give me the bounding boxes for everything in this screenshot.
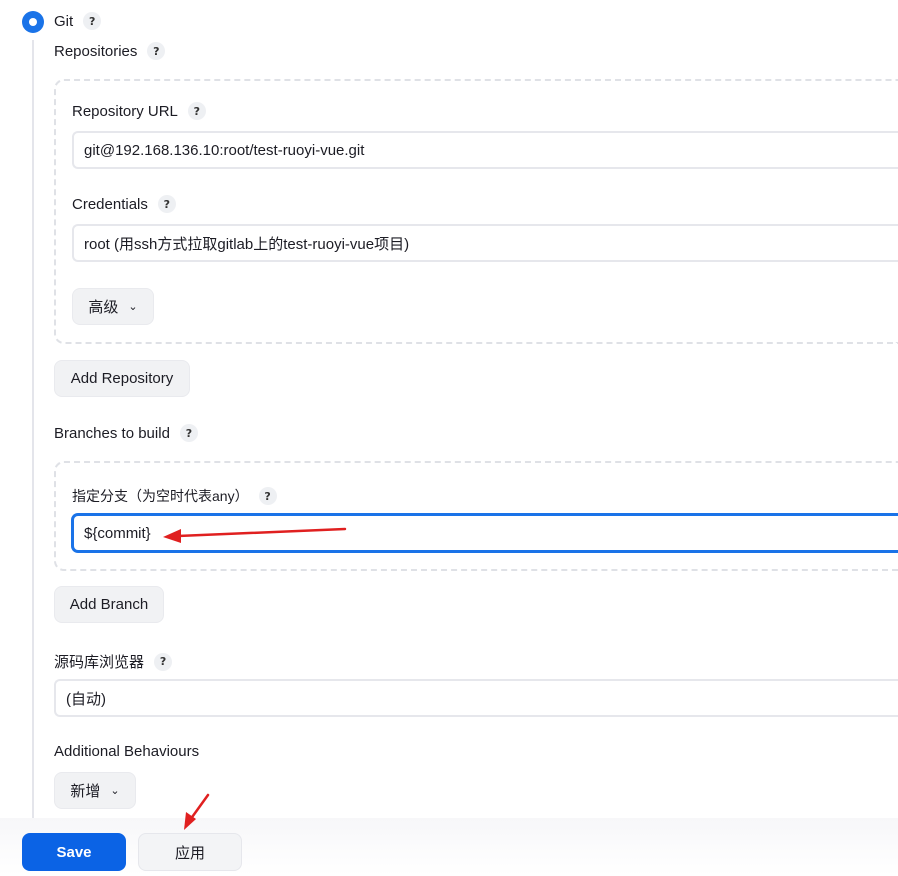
save-button[interactable]: Save [22, 833, 126, 871]
repo-browser-help-icon[interactable]: ? [154, 652, 173, 671]
apply-label: 应用 [174, 844, 205, 862]
repo-browser-value: (自动) [66, 690, 106, 708]
chevron-down-icon: ⌄ [110, 784, 120, 797]
credentials-label: Credentials [72, 195, 148, 213]
advanced-button[interactable]: 高级 ⌄ [72, 288, 154, 325]
chevron-down-icon: ⌄ [128, 300, 138, 313]
credentials-help-icon[interactable]: ? [157, 195, 176, 213]
git-help-icon[interactable]: ? [83, 12, 102, 30]
save-label: Save [56, 843, 92, 861]
credentials-heading: Credentials ? [72, 195, 176, 213]
add-behaviour-label: 新增 [70, 783, 101, 800]
repo-browser-heading: 源码库浏览器 ? [54, 651, 173, 672]
branch-specifier-heading: 指定分支（为空时代表any） ? [72, 486, 277, 506]
add-repository-label: Add Repository [70, 370, 174, 387]
credentials-select[interactable]: root (用ssh方式拉取gitlab上的test-ruoyi-vue项目) [72, 224, 898, 262]
git-option-label: Git [54, 12, 74, 30]
additional-behaviours-heading: Additional Behaviours [54, 743, 199, 760]
add-repository-button[interactable]: Add Repository [54, 360, 190, 397]
repositories-heading: Repositories ? [54, 42, 166, 60]
additional-behaviours-label: Additional Behaviours [54, 743, 200, 760]
apply-button[interactable]: 应用 [138, 833, 242, 871]
repositories-label: Repositories [54, 42, 138, 60]
repository-url-heading: Repository URL ? [72, 102, 206, 120]
section-guide-line [32, 40, 34, 820]
branches-label: Branches to build [54, 424, 170, 442]
add-branch-button[interactable]: Add Branch [54, 586, 164, 623]
add-branch-label: Add Branch [69, 596, 149, 613]
branch-specifier-label: 指定分支（为空时代表any） [72, 488, 249, 504]
repository-url-help-icon[interactable]: ? [187, 102, 206, 120]
branches-heading: Branches to build ? [54, 424, 198, 442]
git-option: Git ? [54, 12, 102, 30]
repositories-help-icon[interactable]: ? [147, 42, 166, 60]
repository-url-label: Repository URL [72, 102, 178, 120]
branches-help-icon[interactable]: ? [179, 424, 198, 442]
repo-browser-label: 源码库浏览器 [54, 654, 145, 671]
branch-specifier-input[interactable]: ${commit} [72, 514, 898, 552]
credentials-value: root (用ssh方式拉取gitlab上的test-ruoyi-vue项目) [84, 235, 410, 253]
repository-url-input[interactable]: git@192.168.136.10:root/test-ruoyi-vue.g… [72, 131, 898, 169]
advanced-label: 高级 [88, 299, 119, 316]
repository-url-value: git@192.168.136.10:root/test-ruoyi-vue.g… [84, 141, 365, 159]
footer-bar [0, 818, 898, 876]
branch-specifier-value: ${commit} [84, 524, 151, 542]
branch-specifier-help-icon[interactable]: ? [258, 487, 277, 505]
git-radio-button[interactable] [22, 11, 44, 33]
repo-browser-select[interactable]: (自动) [54, 679, 898, 717]
add-behaviour-button[interactable]: 新增 ⌄ [54, 772, 136, 809]
